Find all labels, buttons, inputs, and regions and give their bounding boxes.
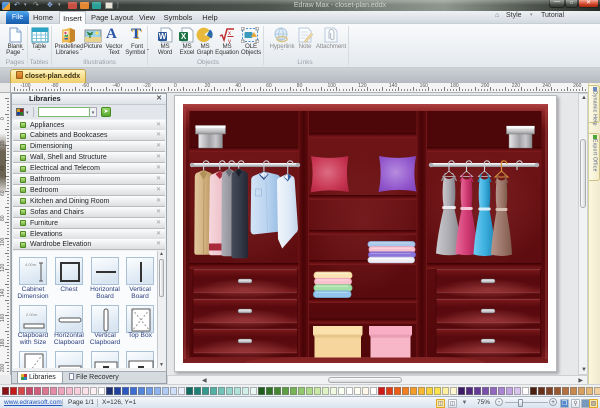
svg-text:2.00m: 2.00m [26, 312, 38, 317]
svg-text:X: X [181, 32, 187, 41]
svg-text:W: W [159, 32, 167, 41]
svg-text:4.00m: 4.00m [25, 262, 37, 267]
